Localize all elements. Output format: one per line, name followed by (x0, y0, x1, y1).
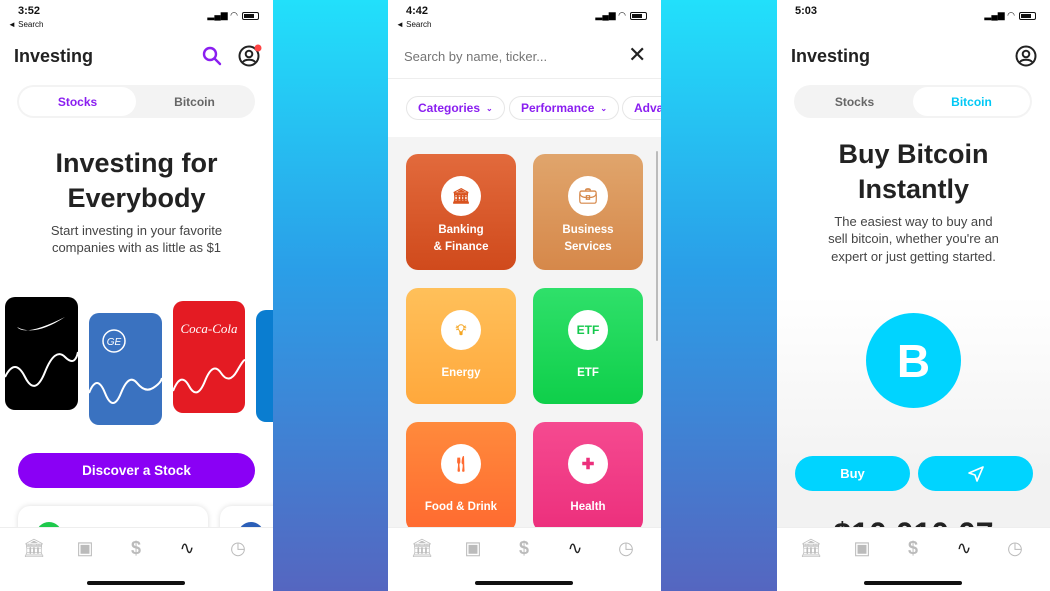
chip-label: Performance (521, 101, 595, 115)
page-title: Investing (14, 46, 94, 66)
discover-stock-button[interactable]: Discover a Stock (18, 453, 255, 488)
tab-bitcoin[interactable]: Bitcoin (913, 87, 1030, 116)
tile-business-services[interactable]: 💼︎ Business Services (533, 154, 643, 270)
hero-heading-line2: Everybody (67, 183, 206, 213)
status-time: 3:52 (18, 5, 41, 17)
status-time: 4:42 (406, 5, 429, 17)
tile-energy[interactable]: 💡︎ Energy (406, 288, 516, 404)
divider (388, 78, 661, 79)
tile-label: ETF (577, 367, 599, 379)
hero-heading-line1: Buy Bitcoin (838, 139, 989, 169)
status-time: 5:03 (795, 5, 818, 17)
chevron-down-icon: ⌄ (486, 103, 493, 113)
investing-icon[interactable]: ∿ (172, 538, 202, 559)
clock-icon[interactable]: ◷ (223, 538, 253, 559)
tile-label: Health (570, 501, 606, 513)
bank-icon: 🏛︎ (441, 176, 481, 216)
chip-label: Adva (634, 101, 661, 115)
hero-sub-line2: companies with as little as $1 (51, 240, 222, 255)
tile-health[interactable]: ✚ Health (533, 422, 643, 532)
status-icons: ▂▄▆ ◠ (207, 10, 259, 21)
hero-sub-line3: expert or just getting started. (831, 249, 996, 264)
tile-banking-finance[interactable]: 🏛︎ Banking & Finance (406, 154, 516, 270)
hero-heading-line2: Instantly (857, 174, 970, 204)
phone-search: 4:42 ◄ Search ▂▄▆ ◠ ✕ Categories ⌄ Perfor… (388, 0, 661, 591)
stock-card-coca-cola[interactable]: Coca-Cola (173, 301, 245, 413)
profile-icon[interactable] (1015, 44, 1039, 68)
stock-card-walmart[interactable] (256, 310, 273, 422)
tile-etf[interactable]: ETF ETF (533, 288, 643, 404)
back-to-search[interactable]: ◄ Search (396, 20, 432, 29)
phone-bitcoin: 5:03 ▂▄▆ ◠ Investing Stocks Bitcoin Buy … (777, 0, 1050, 591)
dollar-icon[interactable]: $ (898, 538, 928, 559)
hero-heading-line1: Investing for (55, 148, 218, 178)
tile-label: Business (562, 224, 614, 236)
segment-control: Stocks Bitcoin (794, 85, 1032, 118)
clock-icon[interactable]: ◷ (1000, 538, 1030, 559)
home-indicator (864, 581, 962, 585)
home-indicator (475, 581, 573, 585)
chip-advanced[interactable]: Adva (622, 96, 661, 120)
card-icon[interactable]: ▣ (847, 538, 877, 559)
medical-icon: ✚ (568, 444, 608, 484)
hero-sub-line1: Start investing in your favorite (50, 223, 223, 238)
close-icon[interactable]: ✕ (628, 42, 646, 68)
send-button[interactable] (918, 456, 1033, 491)
chevron-down-icon: ⌄ (600, 103, 608, 113)
bank-icon[interactable]: 🏛︎ (19, 538, 49, 559)
segment-control: Stocks Bitcoin (17, 85, 255, 118)
svg-text:GE: GE (107, 337, 122, 348)
chip-categories[interactable]: Categories ⌄ (406, 96, 505, 120)
card-icon[interactable]: ▣ (458, 538, 488, 559)
tile-label: Energy (441, 367, 481, 379)
tab-bar: 🏛︎ ▣ $ ∿ ◷ (388, 527, 661, 591)
buy-button[interactable]: Buy (795, 456, 910, 491)
chip-label: Categories (418, 101, 481, 115)
investing-icon[interactable]: ∿ (949, 538, 979, 559)
utensils-icon: 🍴︎ (441, 444, 481, 484)
tile-label: Services (564, 241, 612, 253)
search-input[interactable] (404, 45, 614, 67)
bitcoin-icon: B (866, 313, 961, 408)
etf-icon: ETF (568, 310, 608, 350)
stock-card-nike[interactable] (5, 297, 78, 410)
tab-bar: 🏛︎ ▣ $ ∿ ◷ (777, 527, 1050, 591)
clock-icon[interactable]: ◷ (611, 538, 641, 559)
status-icons: ▂▄▆ ◠ (595, 10, 647, 21)
tab-stocks[interactable]: Stocks (19, 87, 136, 116)
scrollbar[interactable] (656, 151, 658, 341)
hero-sub-line2: sell bitcoin, whether you're an (828, 231, 999, 246)
page-title: Investing (791, 46, 871, 66)
dollar-icon[interactable]: $ (509, 538, 539, 559)
stock-card-ge[interactable]: GE (89, 313, 162, 425)
lightbulb-icon: 💡︎ (441, 310, 481, 350)
tab-stocks[interactable]: Stocks (796, 87, 913, 116)
home-indicator (87, 581, 185, 585)
tile-label: & Finance (433, 241, 489, 253)
search-icon[interactable] (202, 46, 222, 66)
tab-bar: 🏛︎ ▣ $ ∿ ◷ (0, 527, 273, 591)
tile-food-drink[interactable]: 🍴︎ Food & Drink (406, 422, 516, 532)
send-icon (967, 465, 984, 482)
tile-label: Banking (438, 224, 484, 236)
profile-icon[interactable] (238, 44, 262, 68)
svg-text:Coca-Cola: Coca-Cola (180, 321, 238, 336)
dollar-icon[interactable]: $ (121, 538, 151, 559)
hero-sub-line1: The easiest way to buy and (834, 214, 993, 229)
tab-bitcoin[interactable]: Bitcoin (136, 87, 253, 116)
tile-label: Food & Drink (424, 501, 498, 513)
bank-icon[interactable]: 🏛︎ (407, 538, 437, 559)
status-icons: ▂▄▆ ◠ (984, 10, 1036, 21)
briefcase-icon: 💼︎ (568, 176, 608, 216)
card-icon[interactable]: ▣ (70, 538, 100, 559)
chip-performance[interactable]: Performance ⌄ (509, 96, 620, 120)
back-to-search[interactable]: ◄ Search (8, 20, 44, 29)
investing-icon[interactable]: ∿ (560, 538, 590, 559)
bank-icon[interactable]: 🏛︎ (796, 538, 826, 559)
phone-stocks: 3:52 ◄ Search ▂▄▆ ◠ Investing Stocks Bit… (0, 0, 273, 591)
